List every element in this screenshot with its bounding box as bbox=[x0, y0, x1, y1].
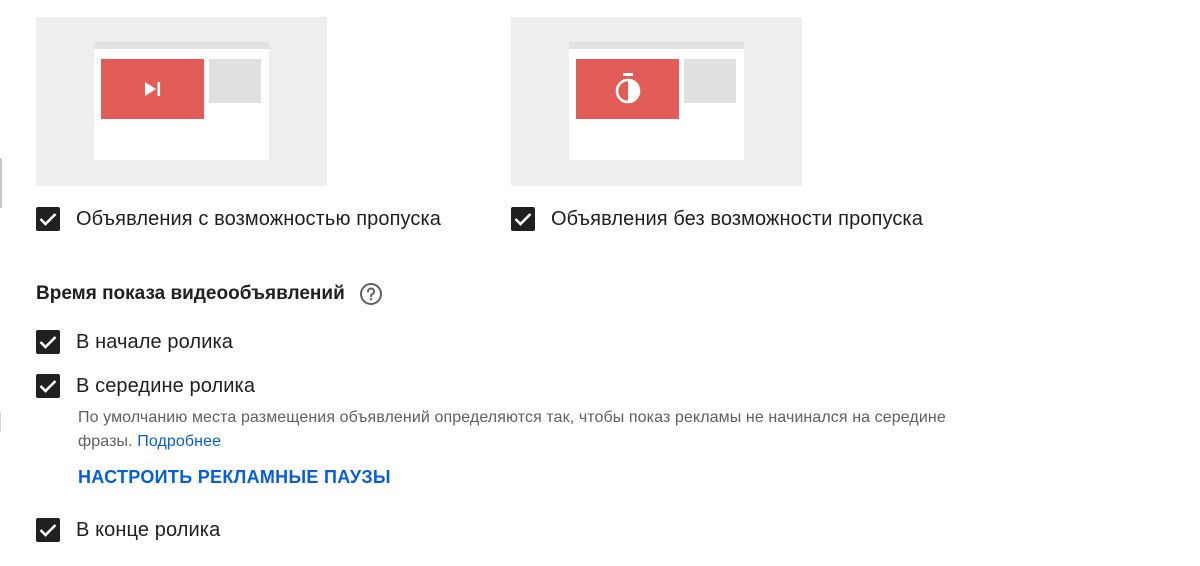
skippable-ad-illustration bbox=[36, 17, 327, 186]
mid-roll-option[interactable]: В середине ролика bbox=[36, 372, 255, 400]
skippable-ads-label: Объявления с возможностью пропуска bbox=[76, 207, 441, 230]
checkmark-icon bbox=[514, 213, 532, 226]
configure-ad-breaks-button[interactable]: НАСТРОИТЬ РЕКЛАМНЫЕ ПАУЗЫ bbox=[78, 467, 391, 488]
post-roll-option[interactable]: В конце ролика bbox=[36, 516, 220, 544]
video-ad-block bbox=[576, 59, 679, 119]
skippable-ads-option[interactable]: Объявления с возможностью пропуска bbox=[36, 205, 441, 233]
ad-timing-title: Время показа видеообъявлений bbox=[36, 283, 345, 304]
page-topbar bbox=[569, 42, 744, 49]
non-skippable-ads-checkbox[interactable] bbox=[511, 207, 535, 231]
video-ad-block bbox=[101, 59, 204, 119]
non-skippable-ads-option[interactable]: Объявления без возможности пропуска bbox=[511, 205, 923, 233]
checkmark-icon bbox=[39, 336, 57, 349]
ad-timing-section-header: Время показа видеообъявлений bbox=[36, 280, 383, 308]
pre-roll-label: В начале ролика bbox=[76, 330, 233, 353]
page-mockup bbox=[94, 42, 269, 160]
mid-roll-note: По умолчанию места размещения объявлений… bbox=[78, 406, 958, 454]
pre-roll-option[interactable]: В начале ролика bbox=[36, 328, 233, 356]
mid-roll-checkbox[interactable] bbox=[36, 374, 60, 398]
page-mockup bbox=[569, 42, 744, 160]
mid-roll-label: В середине ролика bbox=[76, 374, 256, 397]
left-edge-divider-lower bbox=[0, 412, 1, 432]
post-roll-checkbox[interactable] bbox=[36, 518, 60, 542]
learn-more-link[interactable]: Подробнее bbox=[137, 433, 221, 450]
checkmark-icon bbox=[39, 380, 57, 393]
left-edge-divider bbox=[0, 158, 2, 208]
skip-next-icon bbox=[144, 82, 160, 96]
thumbnail-placeholder bbox=[209, 59, 261, 103]
help-circle-icon[interactable] bbox=[359, 282, 383, 306]
thumbnail-placeholder bbox=[684, 59, 736, 103]
post-roll-label: В конце ролика bbox=[76, 518, 221, 541]
non-skippable-ads-label: Объявления без возможности пропуска bbox=[551, 207, 923, 230]
non-skippable-ad-illustration bbox=[511, 17, 802, 186]
checkmark-icon bbox=[39, 524, 57, 537]
stopwatch-icon bbox=[615, 73, 640, 104]
skippable-ads-checkbox[interactable] bbox=[36, 207, 60, 231]
page-topbar bbox=[94, 42, 269, 49]
checkmark-icon bbox=[39, 213, 57, 226]
pre-roll-checkbox[interactable] bbox=[36, 330, 60, 354]
